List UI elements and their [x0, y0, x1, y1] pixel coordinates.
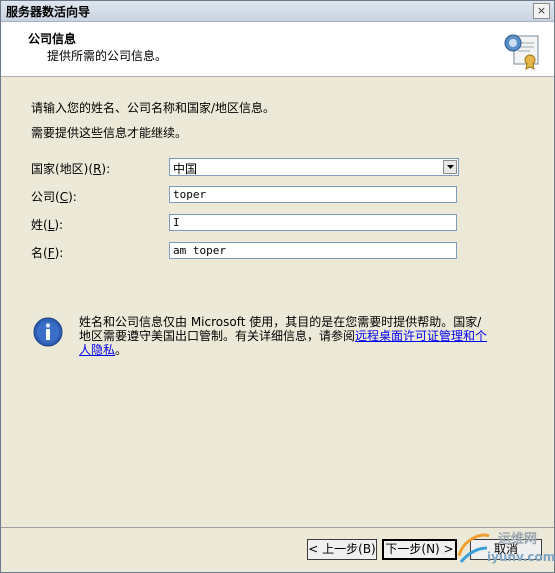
company-hotkey: C: [59, 190, 69, 204]
intro-line-1: 请输入您的姓名、公司名称和国家/地区信息。: [31, 101, 276, 115]
page-title: 公司信息: [28, 32, 77, 46]
privacy-notice-end: 。: [115, 343, 128, 357]
surname-input[interactable]: I: [169, 214, 457, 231]
surname-label-text: 姓(: [31, 218, 48, 232]
watermark-line-2: iyunv.com: [487, 550, 555, 564]
given-name-input[interactable]: am toper: [169, 242, 457, 259]
info-icon: [33, 317, 63, 347]
close-button[interactable]: ×: [533, 3, 550, 19]
watermark: 运维网 iyunv.com: [453, 526, 555, 572]
watermark-line-1: 运维网: [498, 532, 538, 547]
country-label-text: 国家(地区): [31, 162, 89, 176]
surname-label: 姓(L):: [31, 216, 63, 233]
company-label-suffix: ):: [68, 190, 77, 204]
page-subtitle: 提供所需的公司信息。: [47, 49, 168, 63]
country-label-suffix: ):: [101, 162, 111, 176]
dropdown-arrow-icon[interactable]: [443, 160, 457, 174]
given-name-label: 名(F):: [31, 244, 63, 261]
company-label: 公司(C):: [31, 188, 77, 205]
window-title: 服务器数活向导: [6, 5, 91, 19]
wizard-header: 公司信息 提供所需的公司信息。: [1, 22, 554, 77]
country-label: 国家(地区)(R):: [31, 162, 111, 176]
company-input[interactable]: toper: [169, 186, 457, 203]
given-name-label-text: 名(: [31, 246, 48, 260]
certificate-icon: [504, 34, 539, 70]
intro-line-2: 需要提供这些信息才能继续。: [31, 126, 188, 140]
next-button[interactable]: 下一步(N) >: [382, 539, 457, 560]
surname-label-suffix: ):: [54, 218, 64, 232]
given-name-hotkey: F: [47, 246, 55, 260]
given-name-label-suffix: ):: [54, 246, 64, 260]
country-select[interactable]: 中国: [169, 158, 459, 176]
wizard-window: 服务器数活向导 × 公司信息 提供所需的公司信息。 请输入您的姓名、公司名称和国…: [0, 0, 555, 573]
title-bar: 服务器数活向导 ×: [1, 1, 554, 22]
wizard-body: 请输入您的姓名、公司名称和国家/地区信息。 需要提供这些信息才能继续。 国家(地…: [1, 77, 554, 527]
country-selected-value: 中国: [173, 162, 198, 176]
privacy-notice: 姓名和公司信息仅由 Microsoft 使用，其目的是在您需要时提供帮助。国家/…: [79, 315, 491, 357]
company-label-text: 公司(: [31, 190, 60, 204]
back-button[interactable]: < 上一步(B): [307, 539, 377, 560]
